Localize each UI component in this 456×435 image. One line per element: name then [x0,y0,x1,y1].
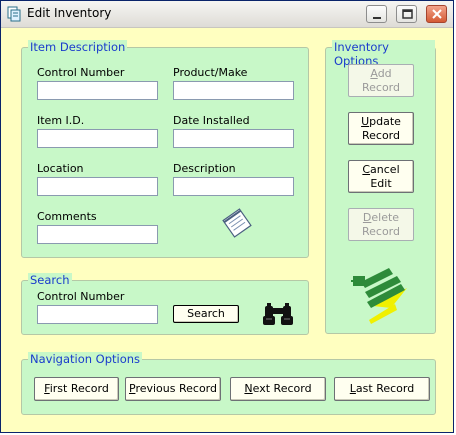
item-description-legend: Item Description [28,40,128,54]
maximize-icon [402,9,413,19]
navigation-options-group: Navigation Options First Record Previous… [21,352,436,415]
last-record-button[interactable]: Last Record [334,377,430,401]
search-legend: Search [28,273,72,287]
title-bar[interactable]: Edit Inventory [1,1,453,28]
description-input[interactable] [173,177,294,196]
cancel-edit-mnemonic: C [362,162,371,176]
add-record-label-2: Record [361,80,400,94]
broom-icon [351,268,407,324]
date-installed-label: Date Installed [173,114,250,127]
first-record-button[interactable]: First Record [34,377,119,401]
search-group: Search Control Number Search [21,273,309,335]
next-record-mnemonic: N [244,382,253,395]
control-number-label: Control Number [37,66,125,79]
comments-input[interactable] [37,225,158,244]
control-number-input[interactable] [37,81,158,100]
item-id-input[interactable] [37,129,158,148]
binoculars-icon [263,303,293,325]
next-record-button[interactable]: Next Record [230,377,326,401]
next-record-label: ext Record [252,382,312,395]
previous-record-button[interactable]: Previous Record [125,377,221,401]
delete-record-label: elete [371,210,400,224]
product-make-label: Product/Make [173,66,248,79]
app-icon [7,6,21,22]
cancel-edit-label: ancel [370,162,400,176]
item-id-label: Item I.D. [37,114,85,127]
search-input[interactable] [37,305,158,324]
minimize-button[interactable] [366,5,387,23]
notepad-icon [222,208,252,238]
delete-record-button[interactable]: Delete Record [348,208,414,241]
product-make-input[interactable] [173,81,294,100]
search-control-number-label: Control Number [37,290,125,303]
location-input[interactable] [37,177,158,196]
navigation-options-legend: Navigation Options [28,352,143,366]
last-record-label: ast Record [355,382,415,395]
date-installed-input[interactable] [173,129,294,148]
add-record-mnemonic: A [370,66,378,80]
maximize-button[interactable] [396,5,417,23]
item-description-group: Item Description Control Number Product/… [21,40,309,258]
update-record-button[interactable]: Update Record [348,112,414,145]
delete-record-label-2: Record [361,224,400,238]
inventory-options-group: Inventory Options Add Record Update Reco… [325,40,436,334]
add-record-button[interactable]: Add Record [348,64,414,97]
add-record-label: dd [377,66,392,80]
cancel-edit-label-2: Edit [370,176,392,190]
location-label: Location [37,162,84,175]
update-record-label-2: Record [361,128,400,142]
search-button[interactable]: Search [173,305,239,323]
close-button[interactable] [426,5,447,23]
edit-inventory-window: Edit Inventory Item Description Control … [0,0,454,433]
close-icon [432,9,442,19]
comments-label: Comments [37,210,97,223]
previous-record-label: revious Record [135,382,217,395]
minimize-icon [373,17,381,19]
update-record-mnemonic: U [361,114,370,128]
cancel-edit-button[interactable]: Cancel Edit [348,160,414,193]
window-title: Edit Inventory [27,6,112,20]
first-record-label: irst Record [49,382,109,395]
update-record-label: pdate [369,114,401,128]
description-label: Description [173,162,236,175]
